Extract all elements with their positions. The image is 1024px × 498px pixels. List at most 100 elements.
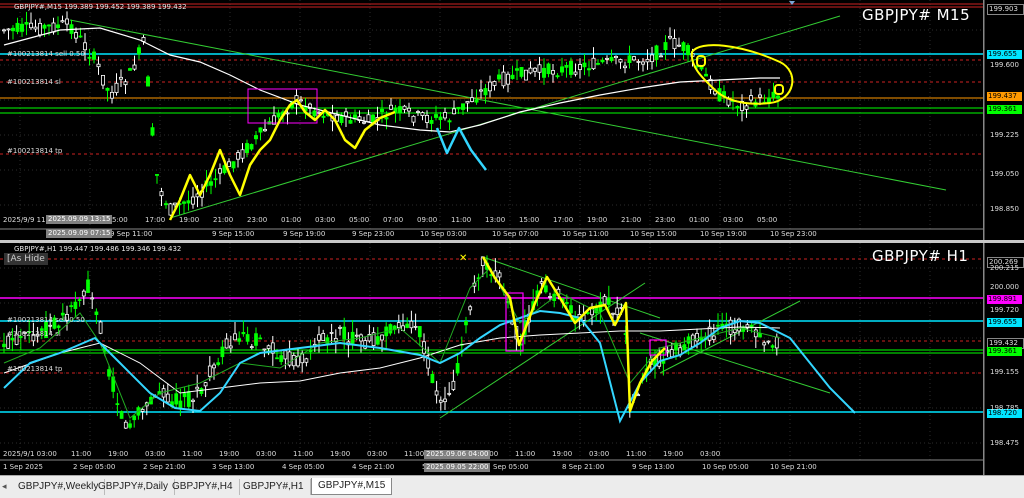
order-label-tp[interactable]: #100213814 tp — [7, 147, 62, 155]
h1-price-tick: 198.785 — [990, 404, 1019, 412]
candle-body — [15, 22, 20, 32]
chart-m15-canvas[interactable] — [0, 0, 1024, 240]
candle-body — [159, 191, 164, 197]
h1-order-label-sl[interactable]: #100213814 sl — [7, 330, 61, 338]
candle-body — [707, 326, 712, 341]
chart-h1-canvas[interactable]: ✕ — [0, 243, 1024, 475]
candle-body — [636, 61, 641, 63]
m15-time-tick: 21:00 — [621, 216, 642, 224]
candle-body — [447, 120, 452, 123]
m15-date-tick: 9 Sep 11:00 — [110, 230, 153, 238]
tab-h4[interactable]: GBPJPY#,H4 — [166, 479, 240, 495]
candle-body — [569, 60, 573, 75]
candle-body — [555, 75, 560, 78]
candle-body — [123, 421, 128, 429]
candle-body — [735, 106, 740, 109]
candle-body — [465, 101, 470, 104]
candle-body — [240, 149, 245, 159]
candle-body — [483, 88, 488, 96]
candle-body — [762, 342, 767, 346]
m15-time-start: 2025/9/9 11 — [3, 216, 46, 224]
candle-body — [237, 338, 242, 342]
tab-m15[interactable]: GBPJPY#,M15 — [311, 478, 393, 495]
h1-time-tick: 11:00 — [71, 450, 92, 458]
h1-date-tick: 8 Sep 21:00 — [562, 463, 605, 471]
candle-body — [497, 74, 501, 80]
order-label-sell[interactable]: #100213814 sell 0.50 — [7, 50, 85, 58]
candle-body — [191, 399, 195, 402]
trend-line-down[interactable] — [69, 19, 947, 191]
candle-body — [413, 325, 418, 328]
candle-body — [266, 345, 271, 349]
candle-body — [501, 71, 506, 87]
candle-body — [258, 127, 263, 133]
m15-header: GBPJPY#,M15 199.389 199.452 199.389 199.… — [14, 3, 187, 11]
candle-body — [195, 386, 200, 390]
candle-body — [669, 349, 674, 358]
h1-time-tick: 19:00 — [663, 450, 684, 458]
candle-body — [542, 67, 546, 78]
candle-body — [704, 73, 708, 77]
cyan-w-drawing[interactable] — [435, 126, 487, 171]
h1-time-tick: 19:00 — [108, 450, 129, 458]
candle-body — [317, 334, 321, 341]
candle-body — [182, 201, 186, 204]
candle-body — [606, 297, 611, 305]
m15-time-tick: 07:00 — [383, 216, 404, 224]
candle-body — [128, 423, 132, 428]
h1-header: GBPJPY#,H1 199.447 199.486 199.346 199.4… — [14, 245, 182, 253]
h1-time-tick: 11:00 — [293, 450, 314, 458]
candle-body — [107, 369, 111, 377]
m15-date-tick: 9 Sep 15:00 — [212, 230, 255, 238]
h1-time-tick: 19:00 — [552, 450, 573, 458]
candle-body — [83, 42, 87, 51]
h1-date-tick: 10 Sep 05:00 — [702, 463, 749, 471]
candle-body — [609, 56, 614, 62]
m15-time-tick: 11:00 — [451, 216, 472, 224]
candle-body — [212, 364, 216, 369]
tab-scroll-icon[interactable]: ◂ — [2, 482, 7, 492]
candle-body — [632, 56, 636, 61]
candle-body — [420, 112, 425, 116]
m15-price-label: 199.655 — [987, 50, 1022, 59]
order-label-sl[interactable]: #100213814 sl — [7, 78, 61, 86]
candle-body — [587, 68, 591, 71]
candle-body — [602, 296, 607, 305]
candle-body — [600, 59, 605, 63]
candle-body — [582, 62, 587, 68]
chart-m15-pane[interactable]: GBPJPY#,M15 199.389 199.452 199.389 199.… — [0, 0, 1024, 240]
tab-h1[interactable]: GBPJPY#,H1 — [237, 479, 311, 495]
candle-body — [474, 99, 479, 103]
m15-time-tick: 19:00 — [587, 216, 608, 224]
candle-body — [241, 332, 246, 335]
h1-order-label-sell[interactable]: #100213814 sell 0.50 — [7, 316, 85, 324]
h1-candles — [2, 255, 779, 430]
candle-body — [573, 71, 578, 75]
chart-h1-pane[interactable]: ✕ GBPJPY#,H1 199.447 199.486 199.346 199… — [0, 243, 1024, 475]
candle-body — [92, 51, 96, 60]
candle-body — [380, 334, 384, 341]
candle-body — [348, 120, 353, 124]
h1-time-tick: 11:00 — [404, 450, 425, 458]
m15-date-tick: 9 Sep 23:00 — [352, 230, 395, 238]
candle-body — [497, 272, 502, 278]
tab-daily[interactable]: GBPJPY#,Daily — [92, 479, 176, 495]
candle-body — [137, 47, 141, 55]
candle-body — [539, 281, 544, 284]
h1-date-tick: 4 Sep 21:00 — [352, 463, 395, 471]
candle-body — [366, 114, 371, 122]
candle-body — [245, 334, 250, 342]
candle-body — [623, 65, 627, 69]
h1-order-label-tp[interactable]: #100213814 tp — [7, 365, 62, 373]
candle-body — [94, 311, 99, 315]
as-hide-button[interactable]: [As Hide — [4, 253, 48, 265]
candle-body — [605, 57, 609, 60]
candle-body — [38, 22, 42, 36]
candle-body — [375, 336, 380, 345]
m15-price-axis[interactable] — [983, 0, 1024, 240]
m15-time-tick: 19:00 — [179, 216, 200, 224]
candle-body — [119, 411, 124, 419]
candle-body — [668, 35, 672, 39]
candle-body — [776, 95, 780, 99]
h1-time-tick: 19:00 — [219, 450, 240, 458]
